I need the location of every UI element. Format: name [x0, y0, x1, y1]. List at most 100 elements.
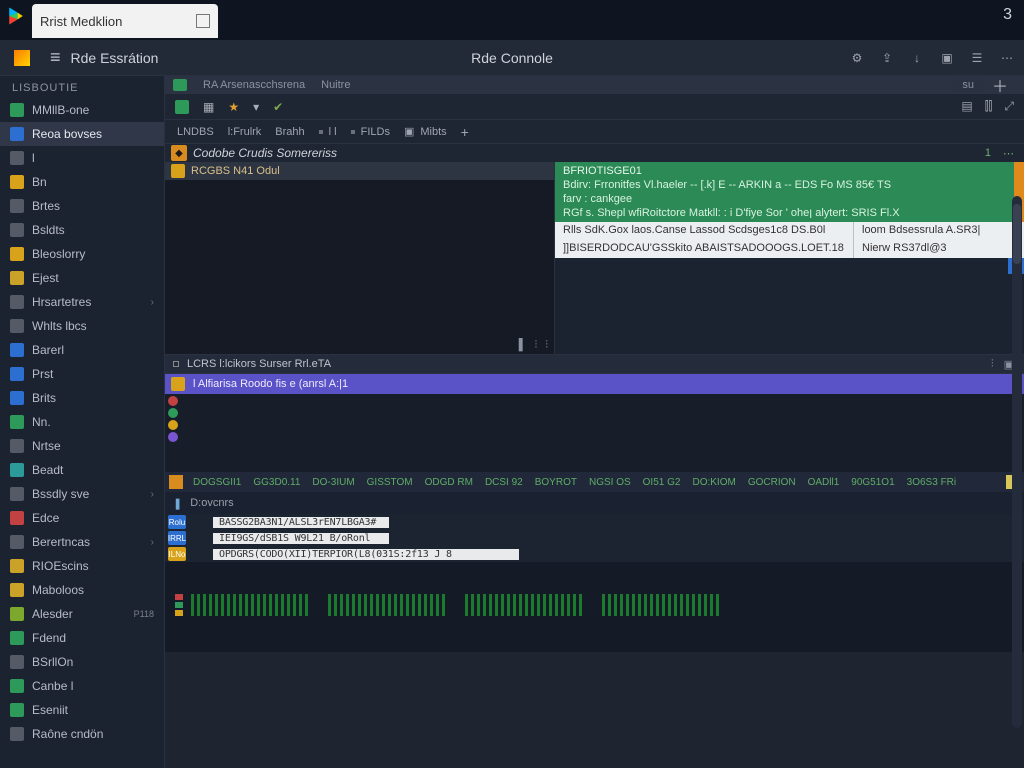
sidebar-item-4[interactable]: Brtes: [0, 194, 164, 218]
ruler-cell-4[interactable]: ODGD RM: [425, 477, 473, 488]
layout-icon[interactable]: ☰: [968, 49, 986, 67]
sidebar-item-2[interactable]: l: [0, 146, 164, 170]
seg-brahh[interactable]: Brahh: [275, 126, 304, 138]
ruler-cell-0[interactable]: DOGSGII1: [193, 477, 241, 488]
ruler-cell-3[interactable]: GISSTOM: [367, 477, 413, 488]
seg-ll[interactable]: l l: [319, 126, 337, 138]
ruler-cell-7[interactable]: NGSI OS: [589, 477, 631, 488]
timeline-ruler[interactable]: DOGSGII1 GG3D0.11 DO-3IUM GISSTOM ODGD RM DCS…: [165, 472, 1024, 492]
sidebar-item-icon: [10, 511, 24, 525]
sidebar-item-15[interactable]: Beadt: [0, 458, 164, 482]
sidebar-item-18[interactable]: Berertncas›: [0, 530, 164, 554]
sidebar-item-19[interactable]: RIOEscins: [0, 554, 164, 578]
sidebar-item-14[interactable]: Nrtse: [0, 434, 164, 458]
mid-action-a[interactable]: ⫶: [991, 358, 994, 371]
run-icon[interactable]: [175, 100, 189, 114]
output-panel: BFRIOTISGE01 Bdirv: Frronitfes Vl.haeler…: [555, 162, 1024, 354]
download-icon[interactable]: ↓: [908, 49, 926, 67]
seg-frulrk[interactable]: l:Frulrk: [228, 126, 262, 138]
sidebar-item-3[interactable]: Bn: [0, 170, 164, 194]
expand-icon[interactable]: ⤢: [1004, 99, 1014, 114]
sidebar-item-1[interactable]: Reoa bovses: [0, 122, 164, 146]
panel-icon[interactable]: ▣: [938, 49, 956, 67]
ruler-cell-2[interactable]: DO-3IUM: [312, 477, 354, 488]
subtab-b[interactable]: Nuitre: [321, 79, 350, 91]
add-segment-icon[interactable]: +: [461, 124, 469, 140]
palette-icon[interactable]: ▤: [961, 99, 972, 114]
ruler-cell-8[interactable]: OI51 G2: [643, 477, 681, 488]
sidebar-item-16[interactable]: Bssdly sve›: [0, 482, 164, 506]
grid-view-icon[interactable]: ▦: [203, 100, 214, 114]
debug-header[interactable]: ❚ D:ovcnrs: [165, 492, 1024, 514]
sidebar-item-17[interactable]: Edce: [0, 506, 164, 530]
seg-lndbs[interactable]: LNDBS: [177, 126, 214, 138]
run-marker-icon[interactable]: [168, 408, 178, 418]
sidebar-item-0[interactable]: MMllB-one: [0, 98, 164, 122]
sidebar-item-6[interactable]: Bleoslorry: [0, 242, 164, 266]
code-editor[interactable]: RCGBS N41 Odul ▌ ⫶ ⫶: [165, 162, 555, 354]
subtab-search[interactable]: su: [952, 78, 984, 92]
scrollbar-thumb[interactable]: [1013, 204, 1021, 264]
share-icon[interactable]: ⇪: [878, 49, 896, 67]
ruler-cell-5[interactable]: DCSI 92: [485, 477, 523, 488]
sidebar-item-5[interactable]: Bsldts: [0, 218, 164, 242]
ruler-cell-9[interactable]: DO:KIOM: [692, 477, 735, 488]
check-icon[interactable]: ✔: [273, 100, 283, 114]
hamburger-icon[interactable]: ≡: [50, 47, 61, 68]
sidebar-item-24[interactable]: Canbe l: [0, 674, 164, 698]
sidebar-item-label: Whlts lbcs: [32, 319, 87, 333]
ruler-cell-13[interactable]: 3O6S3 FRi: [907, 477, 956, 488]
sidebar-item-22[interactable]: Fdend: [0, 626, 164, 650]
sidebar-item-10[interactable]: Barerl: [0, 338, 164, 362]
sidebar-item-26[interactable]: Raône cndӧn: [0, 722, 164, 746]
sidebar-item-23[interactable]: BSrllOn: [0, 650, 164, 674]
function-bar[interactable]: l Alfiarisa Roodo fis e (anrsl A:|1: [165, 374, 1024, 394]
seg-mibts[interactable]: ▣ Mibts: [404, 125, 447, 138]
sidebar-item-11[interactable]: Prst: [0, 362, 164, 386]
sidebar-item-25[interactable]: Eseniit: [0, 698, 164, 722]
ob-indicator-b[interactable]: ⋯: [1003, 147, 1014, 160]
sidebar-item-7[interactable]: Ejest: [0, 266, 164, 290]
info-marker-icon[interactable]: [168, 432, 178, 442]
ob-indicator-a[interactable]: 1: [985, 147, 991, 160]
debug-row-1[interactable]: Rolu BASSG2BA3N1/ALSL3rEN7LBGA3#: [165, 514, 1024, 530]
ruler-icon[interactable]: ⫿⫿: [985, 99, 993, 114]
window-tab[interactable]: Rrist Medklion: [32, 4, 218, 38]
debug-row-3[interactable]: ILNo OPDGRS(CODO(XII)TERPIOR(L8(031S:2f1…: [165, 546, 1024, 562]
ruler-cell-1[interactable]: GG3D0.11: [253, 477, 300, 488]
chevron-down-icon[interactable]: ▾: [253, 100, 259, 114]
ruler-cell-12[interactable]: 90G51O1: [851, 477, 894, 488]
ruler-cell-11[interactable]: OADll1: [808, 477, 840, 488]
sidebar-item-12[interactable]: Brits: [0, 386, 164, 410]
code-editor-tab[interactable]: RCGBS N41 Odul: [165, 162, 554, 180]
subtab-a[interactable]: RA Arsenascchsrena: [203, 79, 305, 91]
debug-row-2[interactable]: IRRL IEI9GS/dSB1S W9L21 B/oRonl: [165, 530, 1024, 546]
collapse-icon[interactable]: [173, 361, 179, 367]
scrollbar[interactable]: [1012, 196, 1022, 728]
ruler-cell-6[interactable]: BOYROT: [535, 477, 577, 488]
sidebar-item-icon: [10, 151, 24, 165]
cell-1a: Rlls SdK.Gox laos.Canse Lassod Scdsges1c…: [555, 222, 854, 240]
output-table-row-2[interactable]: ]]BISERDODCAU'GSSkito ABAISTSADOOOGS.LOE…: [555, 240, 1024, 258]
output-head: BFRIOTISGE01: [563, 164, 1016, 178]
star-icon[interactable]: ★: [228, 100, 239, 114]
main-area: LISBOUTIE MMllB-oneReoa bovseslBnBrtesBs…: [0, 76, 1024, 768]
gutter-body[interactable]: [181, 394, 1024, 472]
sidebar-item-8[interactable]: Hrsartetres›: [0, 290, 164, 314]
breakpoint-icon[interactable]: [168, 396, 178, 406]
sidebar-item-20[interactable]: Maboloos: [0, 578, 164, 602]
mid-section-bar[interactable]: LCRS l:lcikors Surser Rrl.eTA ⫶ ▣: [165, 354, 1024, 374]
settings-icon[interactable]: ⚙: [848, 49, 866, 67]
output-body[interactable]: X: [555, 258, 1024, 354]
output-table-row-1[interactable]: Rlls SdK.Gox laos.Canse Lassod Scdsges1c…: [555, 222, 1024, 240]
sidebar-item-9[interactable]: Whlts lbcs: [0, 314, 164, 338]
sidebar-item-21[interactable]: AlesderP118: [0, 602, 164, 626]
more-icon[interactable]: ⋯: [998, 49, 1016, 67]
activity-markers: [175, 594, 183, 616]
warn-marker-icon[interactable]: [168, 420, 178, 430]
seg-filds[interactable]: FILDs: [351, 126, 390, 138]
sidebar-item-label: RIOEscins: [32, 559, 89, 573]
sidebar-item-13[interactable]: Nn.: [0, 410, 164, 434]
sidebar-item-label: Hrsartetres: [32, 295, 91, 309]
ruler-cell-10[interactable]: GOCRION: [748, 477, 796, 488]
